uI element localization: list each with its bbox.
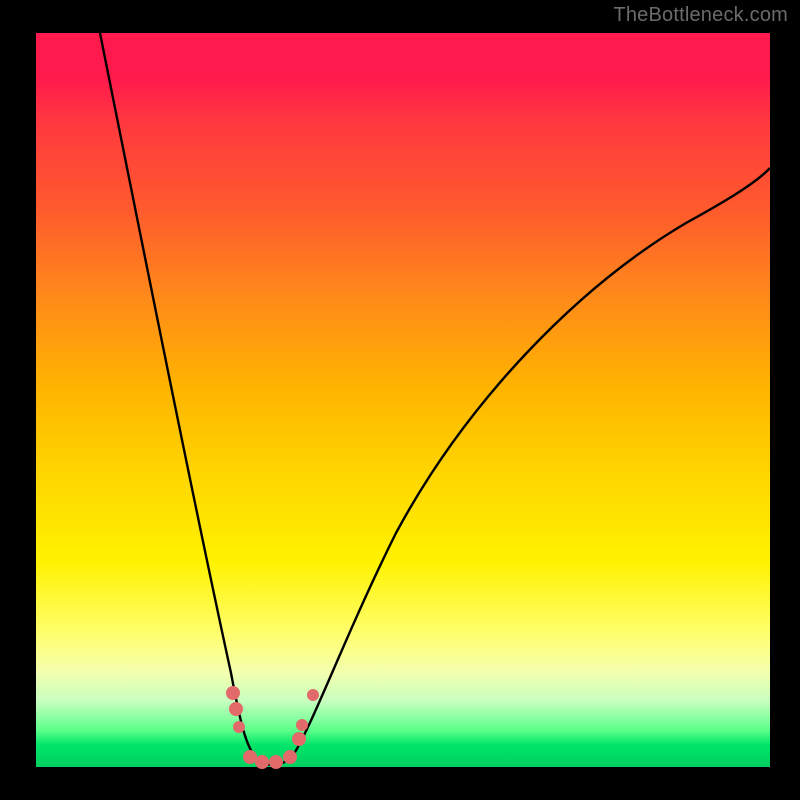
marker-dot [233,721,245,733]
plot-area [36,33,770,767]
marker-dot [269,755,283,769]
marker-dot [243,750,257,764]
marker-dot [296,719,308,731]
watermark-text: TheBottleneck.com [613,4,788,27]
marker-dot [283,750,297,764]
marker-dot [255,755,269,769]
curve-layer [36,33,770,767]
marker-dot [229,702,243,716]
marker-group [226,686,319,769]
bottleneck-curve [100,33,770,765]
marker-dot [292,732,306,746]
marker-dot [307,689,319,701]
marker-dot [226,686,240,700]
chart-frame: TheBottleneck.com [0,0,800,800]
